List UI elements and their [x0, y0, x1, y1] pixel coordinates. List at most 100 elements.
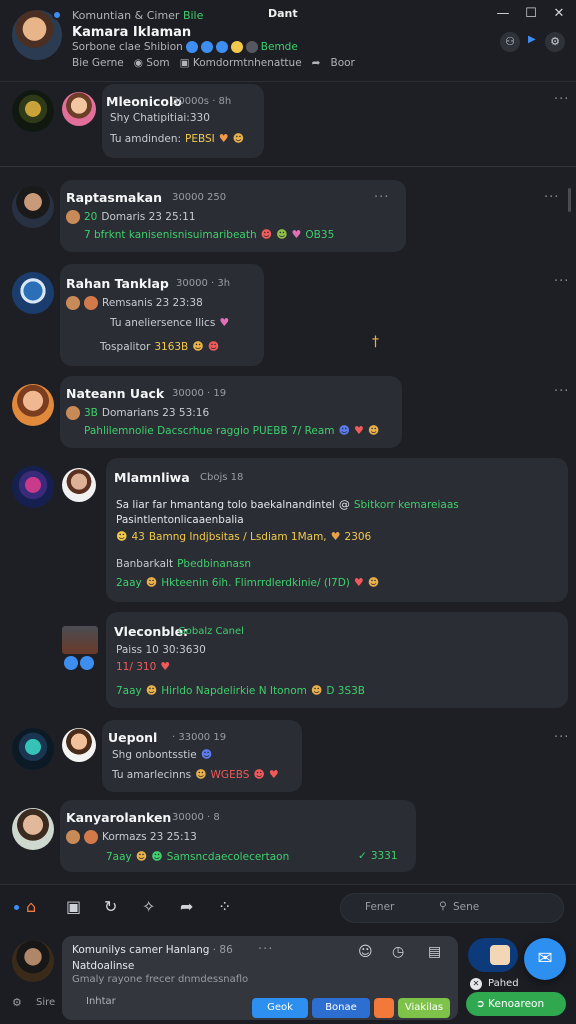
like-reaction-icon — [215, 41, 228, 53]
mini-avatar — [84, 830, 98, 844]
header-link[interactable]: Boor — [330, 57, 354, 69]
pin-icon[interactable]: ✧ — [142, 897, 155, 916]
attach-icon[interactable]: ▤ — [428, 944, 441, 960]
search-input[interactable]: Fener ⚲ Sene — [340, 893, 564, 923]
header-status-text: Sorbone clae Shibion — [72, 41, 183, 53]
post-author[interactable]: Mleonicolo — [106, 94, 182, 109]
share-icon[interactable]: ➦ — [312, 57, 321, 69]
refresh-icon[interactable]: ↻ — [104, 897, 117, 916]
gear-icon — [245, 41, 258, 53]
composer-card[interactable]: Komunilys camer Hanlang · 86 ··· Natdoal… — [62, 936, 458, 1020]
clock-icon[interactable]: ◷ — [392, 944, 404, 960]
heart-icon: ♥ — [268, 768, 279, 781]
post-card[interactable]: Raptasmakan 30000 250 20 Domaris 23 25:1… — [60, 180, 406, 252]
post-card[interactable]: Kanyarolanken 30000 · 8 Kormazs 23 25:13… — [60, 800, 416, 872]
post-line: ✓ 3331 — [358, 850, 398, 862]
header-link[interactable]: ◉ Som — [134, 57, 170, 69]
more-icon[interactable]: ··· — [544, 190, 559, 205]
more-icon[interactable]: ··· — [554, 730, 569, 745]
maximize-icon[interactable]: ☐ — [520, 5, 542, 23]
share-icon[interactable]: ➦ — [180, 897, 193, 916]
post-author[interactable]: Nateann Uack — [66, 386, 164, 401]
chat-fab-button[interactable]: ✉ — [524, 938, 566, 980]
header-subtitle: Komuntian & Cimer Bile — [72, 9, 203, 22]
post-author[interactable]: Raptasmakan — [66, 190, 162, 205]
post-card[interactable]: Ueponl · 33000 19 Shg onbontsstie ☻ Tu a… — [102, 720, 302, 792]
profile-name[interactable]: Kamara Iklaman — [72, 25, 191, 40]
tag-pill-button[interactable]: Viakilas — [398, 998, 450, 1018]
post-author[interactable]: Rahan Tanklap — [66, 276, 169, 291]
people-icon[interactable]: ⚇ — [500, 32, 520, 52]
close-icon[interactable]: ✕ — [548, 5, 570, 23]
divider — [0, 166, 576, 167]
post-line: Shg onbontsstie ☻ — [112, 748, 212, 761]
group-avatar[interactable] — [12, 728, 54, 770]
tag-pill-button[interactable] — [374, 998, 394, 1018]
author-avatar[interactable] — [12, 808, 54, 850]
post-author[interactable]: Kanyarolanken — [66, 810, 171, 825]
my-avatar[interactable] — [12, 940, 54, 982]
compose-icon[interactable]: ▣ — [66, 897, 81, 916]
tag-pill-button[interactable]: Bonae — [312, 998, 370, 1018]
mini-avatar — [66, 406, 80, 420]
post-card[interactable]: Mlamnliwa Cbojs 18 Sa liar far hmantang … — [106, 458, 568, 602]
post-card[interactable]: Mleonicolo 30000s · 8h Shy Chatipitiai:3… — [102, 84, 264, 158]
post-card[interactable]: Nateann Uack 30000 · 19 3B Domarians 23 … — [60, 376, 402, 448]
author-avatar[interactable] — [62, 468, 96, 502]
more-icon[interactable]: ··· — [554, 384, 569, 399]
composer-input[interactable]: Gmaly rayone frecer dnmdessnaflo — [72, 974, 248, 985]
post-line: 11/ 310 ♥ — [116, 660, 170, 673]
emoji-icon: ☻ — [207, 340, 220, 353]
like-reaction-icon — [80, 656, 94, 670]
more-icon[interactable]: ··· — [554, 92, 569, 107]
post-meta: Gobalz Canel — [178, 626, 244, 637]
at-icon: @ — [338, 498, 350, 511]
tag-pill-button[interactable]: Geok — [252, 998, 308, 1018]
author-avatar[interactable] — [62, 728, 96, 762]
post-author[interactable]: Mlamnliwa — [114, 470, 190, 485]
author-avatar[interactable] — [12, 272, 54, 314]
post-value: Pbedbinanasn — [177, 558, 252, 570]
online-indicator-icon — [52, 10, 62, 20]
scrollbar[interactable] — [568, 188, 571, 212]
toggle-switch[interactable] — [468, 938, 518, 972]
post-text: Kormazs 23 25:13 — [102, 831, 197, 843]
send-icon[interactable]: ▶ — [528, 34, 536, 45]
like-reaction-icon — [200, 41, 213, 53]
composer-line: Natdoalinse — [72, 960, 135, 972]
media-thumbnail[interactable] — [62, 626, 98, 654]
settings-icon[interactable]: ⚙ — [12, 996, 22, 1009]
heart-icon: ♥ — [160, 660, 171, 673]
header-link[interactable]: Bie Gerne — [72, 57, 124, 69]
header-link[interactable]: ▣ Komdormtnhenattue — [180, 57, 302, 69]
more-icon[interactable]: ··· — [258, 942, 273, 957]
group-avatar[interactable] — [12, 466, 54, 508]
post-meta: 30000 · 19 — [172, 388, 227, 399]
post-line: Banbarkalt Pbedbinanasn — [116, 558, 251, 570]
join-icon: ➲ — [476, 998, 485, 1010]
reply-card[interactable]: Vleconble: Gobalz Canel Paiss 10 30:3630… — [106, 612, 568, 708]
minimize-icon[interactable]: — — [492, 5, 514, 23]
author-avatar[interactable] — [12, 384, 54, 426]
like-reaction-icon — [185, 41, 198, 53]
close-icon[interactable]: ✕ — [470, 978, 482, 990]
group-avatar[interactable] — [12, 90, 54, 132]
post-author[interactable]: Ueponl — [108, 730, 157, 745]
more-icon[interactable]: ··· — [554, 274, 569, 289]
more-icon[interactable]: ··· — [374, 190, 389, 205]
emoji-icon[interactable]: ☺ — [358, 944, 373, 960]
post-label: 20 — [84, 211, 98, 223]
post-line: Tu aneliersence Ilics ♥ — [110, 316, 229, 329]
settings-icon[interactable]: ⚙ — [545, 32, 565, 52]
author-avatar[interactable] — [12, 186, 54, 228]
grid-icon[interactable]: ⁘ — [218, 897, 231, 916]
post-label: 7aay — [106, 850, 132, 863]
mini-avatar — [66, 210, 80, 224]
post-text: Domaris 23 25:11 — [101, 211, 196, 223]
post-card[interactable]: Rahan Tanklap 30000 · 3h Remsanis 23 23:… — [60, 264, 264, 366]
post-author[interactable]: Vleconble: — [114, 624, 188, 639]
home-icon[interactable]: ⌂ — [26, 897, 36, 916]
window-title: Dant — [268, 7, 298, 20]
author-avatar[interactable] — [62, 92, 96, 126]
join-button[interactable]: ➲ Kenoareon — [466, 992, 566, 1016]
